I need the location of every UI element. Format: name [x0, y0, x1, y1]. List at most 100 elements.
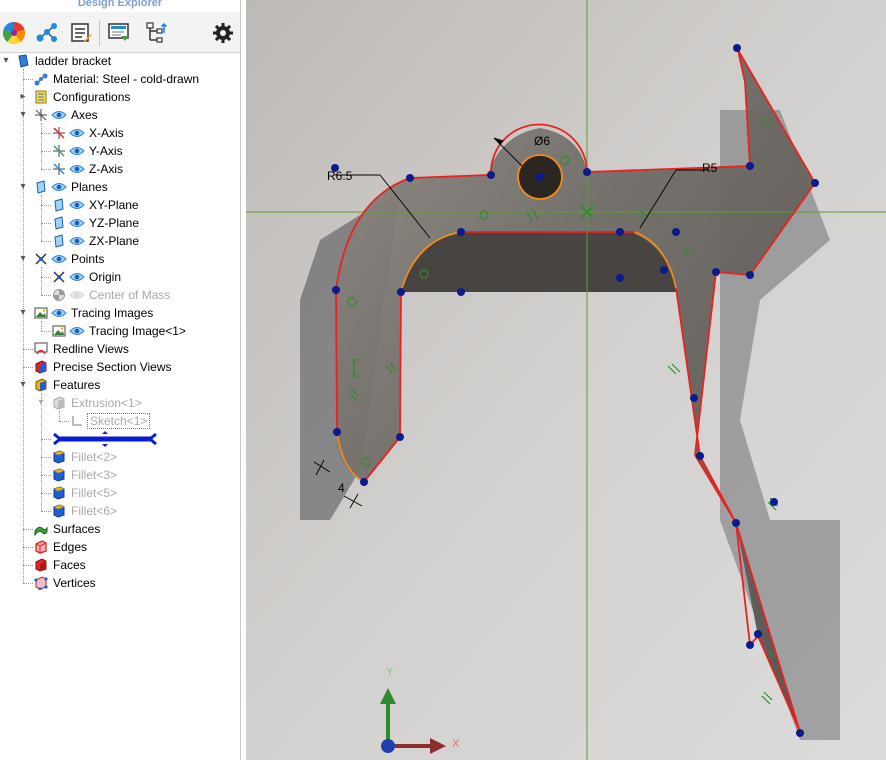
- view-icon[interactable]: [105, 19, 133, 47]
- eye-icon[interactable]: [69, 163, 85, 175]
- eye-icon[interactable]: [69, 271, 85, 283]
- plane-icon: [54, 198, 64, 212]
- feature-tree: ▾ ladder bracket Material: Steel - cold-…: [0, 52, 240, 760]
- tree-item-label: Fillet<5>: [71, 486, 118, 500]
- color-wheel-icon[interactable]: [0, 19, 28, 47]
- tree-item-yz-plane[interactable]: YZ-Plane: [0, 214, 240, 232]
- tree-item-tracing-image-1[interactable]: Tracing Image<1>: [0, 322, 240, 340]
- tree-item-label: Fillet<2>: [71, 450, 118, 464]
- redline-icon: [34, 342, 48, 355]
- tree-item-label: Material: Steel - cold-drawn: [53, 72, 200, 86]
- chevron-down-icon[interactable]: ▾: [17, 181, 29, 193]
- relations-icon[interactable]: [33, 19, 61, 47]
- vertices-icon: [34, 576, 48, 590]
- chevron-right-icon[interactable]: ▸: [17, 91, 29, 103]
- axis-icon: [53, 163, 65, 175]
- plane-icon: [54, 216, 64, 230]
- tree-item-x-axis[interactable]: X-Axis: [0, 124, 240, 142]
- tree-item-faces[interactable]: Faces: [0, 556, 240, 574]
- tree-item-label: Z-Axis: [89, 162, 123, 176]
- faces-icon: [35, 558, 47, 572]
- tree-item-label: X-Axis: [89, 126, 124, 140]
- tree-item-xy-plane[interactable]: XY-Plane: [0, 196, 240, 214]
- tree-item-label: Configurations: [53, 90, 131, 104]
- dimension-hole-diameter[interactable]: Ø6: [534, 134, 550, 148]
- tree-item-planes[interactable]: ▾ Planes: [0, 178, 240, 196]
- eye-icon[interactable]: [69, 127, 85, 139]
- tree-item-label: Redline Views: [53, 342, 129, 356]
- tree-item-features[interactable]: ▾ Features: [0, 376, 240, 394]
- dimension-radius-left[interactable]: R6.5: [327, 169, 353, 183]
- tree-item-fillet-6[interactable]: Fillet<6>: [0, 502, 240, 520]
- section-view-icon: [35, 360, 47, 374]
- eye-icon[interactable]: [69, 235, 85, 247]
- tree-item-label: Points: [71, 252, 105, 266]
- dimension-radius-right[interactable]: R5: [702, 161, 718, 175]
- eye-icon[interactable]: [69, 325, 85, 337]
- eye-icon[interactable]: [51, 109, 67, 121]
- image-icon: [34, 307, 48, 319]
- chevron-down-icon[interactable]: ▾: [35, 397, 47, 409]
- tree-item-fillet-2[interactable]: Fillet<2>: [0, 448, 240, 466]
- properties-icon[interactable]: [67, 19, 95, 47]
- tree-mode-icon[interactable]: [142, 19, 170, 47]
- design-explorer-panel: Design Explorer ▾ ladder bracket Materia…: [0, 0, 241, 760]
- plane-icon: [54, 234, 64, 248]
- eye-icon[interactable]: [69, 145, 85, 157]
- tree-item-label: ZX-Plane: [89, 234, 140, 248]
- tree-item-configurations[interactable]: ▸ Configurations: [0, 88, 240, 106]
- fillet-icon: [53, 450, 65, 464]
- chevron-down-icon[interactable]: ▾: [17, 109, 29, 121]
- axis-icon: [53, 127, 65, 139]
- tree-item-sketch-1[interactable]: Sketch<1>: [0, 412, 240, 430]
- rollback-bar[interactable]: [50, 430, 160, 448]
- eye-icon[interactable]: [69, 217, 85, 229]
- chevron-down-icon[interactable]: ▾: [17, 307, 29, 319]
- tree-item-label: Fillet<6>: [71, 504, 118, 518]
- tree-item-label: Features: [53, 378, 101, 392]
- rollback-bar-icon[interactable]: [50, 430, 160, 448]
- tree-item-fillet-3[interactable]: Fillet<3>: [0, 466, 240, 484]
- tree-item-zx-plane[interactable]: ZX-Plane: [0, 232, 240, 250]
- tree-item-label: Axes: [71, 108, 98, 122]
- tree-item-label: XY-Plane: [89, 198, 139, 212]
- image-icon: [52, 325, 66, 337]
- triad-x-label: X: [452, 738, 460, 750]
- eye-icon[interactable]: [51, 181, 67, 193]
- tree-item-fillet-5[interactable]: Fillet<5>: [0, 484, 240, 502]
- chevron-down-icon[interactable]: ▾: [17, 253, 29, 265]
- tree-item-vertices[interactable]: Vertices: [0, 574, 240, 592]
- modeling-viewport[interactable]: Ø6 R6.5 R5 4 X Y: [246, 0, 886, 760]
- tree-item-origin[interactable]: Origin: [0, 268, 240, 286]
- gear-icon[interactable]: [209, 19, 237, 47]
- eye-icon[interactable]: [69, 199, 85, 211]
- edges-icon: [35, 540, 47, 554]
- tree-item-label: Tracing Image<1>: [89, 324, 186, 338]
- eye-icon[interactable]: [69, 289, 85, 301]
- tree-item-redline-views[interactable]: Redline Views: [0, 340, 240, 358]
- axis-icon: [53, 145, 65, 157]
- tree-item-z-axis[interactable]: Z-Axis: [0, 160, 240, 178]
- tree-item-points[interactable]: ▾ Points: [0, 250, 240, 268]
- tree-item-y-axis[interactable]: Y-Axis: [0, 142, 240, 160]
- tree-item-center-of-mass[interactable]: Center of Mass: [0, 286, 240, 304]
- sketch-icon: [72, 416, 82, 426]
- tree-item-label: YZ-Plane: [89, 216, 140, 230]
- tree-item-precise-section-views[interactable]: Precise Section Views: [0, 358, 240, 376]
- tree-item-axes[interactable]: ▾ Axes: [0, 106, 240, 124]
- configurations-icon: [35, 90, 47, 104]
- eye-icon[interactable]: [51, 307, 67, 319]
- dimension-thickness[interactable]: 4: [338, 481, 345, 495]
- tree-item-extrusion-1[interactable]: ▾ Extrusion<1>: [0, 394, 240, 412]
- tree-item-tracing-images[interactable]: ▾ Tracing Images: [0, 304, 240, 322]
- tree-item-surfaces[interactable]: Surfaces: [0, 520, 240, 538]
- tree-root[interactable]: ▾ ladder bracket: [0, 52, 240, 70]
- chevron-down-icon[interactable]: ▾: [17, 379, 29, 391]
- tree-item-label: Fillet<3>: [71, 468, 118, 482]
- eye-icon[interactable]: [51, 253, 67, 265]
- chevron-down-icon[interactable]: ▾: [0, 55, 12, 67]
- explorer-toolbar: [0, 12, 240, 53]
- tree-item-material[interactable]: Material: Steel - cold-drawn: [0, 70, 240, 88]
- sketch-canvas[interactable]: Ø6 R6.5 R5 4 X Y: [246, 0, 886, 760]
- tree-item-edges[interactable]: Edges: [0, 538, 240, 556]
